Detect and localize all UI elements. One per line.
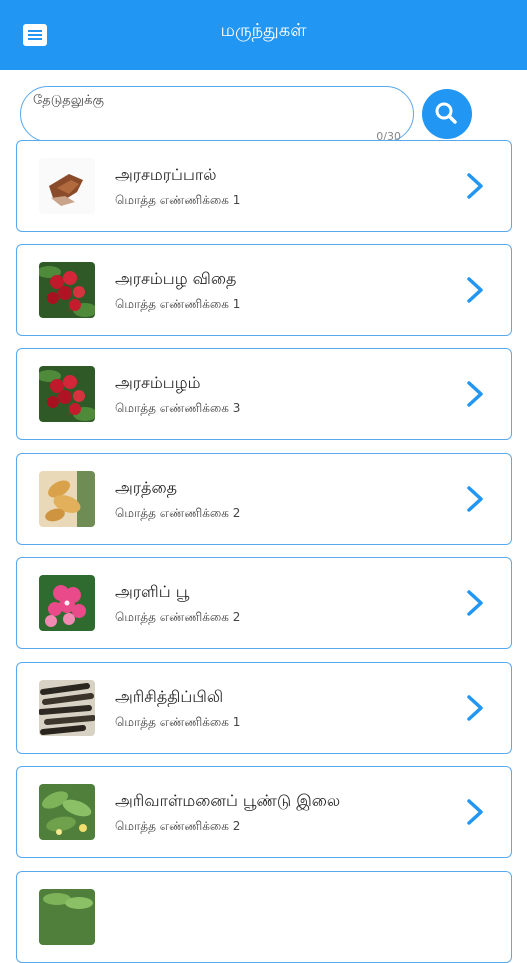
page-title: மருந்துகள் (220, 20, 307, 41)
chevron-right-icon (467, 277, 483, 303)
item-count: மொத்த எண்ணிக்கை 2 (115, 819, 241, 833)
list-item[interactable] (16, 871, 512, 963)
item-count: மொத்த எண்ணிக்கை 2 (115, 506, 241, 520)
list-item[interactable]: அரசம்பழ விதை மொத்த எண்ணிக்கை 1 (16, 244, 512, 336)
chevron-right-icon (467, 486, 483, 512)
search-field: 0/30 (20, 86, 414, 143)
chevron-right-icon (467, 173, 483, 199)
item-name: அரசம்பழ விதை (115, 269, 237, 288)
item-count: மொத்த எண்ணிக்கை 1 (115, 715, 241, 729)
item-name: அரிசித்திப்பிலி (115, 687, 224, 706)
list-item[interactable]: அரசமரப்பால் மொத்த எண்ணிக்கை 1 (16, 140, 512, 232)
item-name: அரிவாள்மனைப் பூண்டு இலை (115, 791, 341, 810)
bark-image (39, 158, 95, 214)
item-name: அரளிப் பூ (115, 582, 190, 601)
red-berries-image (39, 366, 95, 422)
list-item[interactable]: அரளிப் பூ மொத்த எண்ணிக்கை 2 (16, 557, 512, 649)
ginger-root-image (39, 471, 95, 527)
item-count: மொத்த எண்ணிக்கை 1 (115, 193, 241, 207)
red-berries-image (39, 262, 95, 318)
item-name: அரசமரப்பால் (115, 165, 217, 184)
green-leaves-image (39, 784, 95, 840)
chevron-right-icon (467, 381, 483, 407)
item-count: மொத்த எண்ணிக்கை 2 (115, 610, 241, 624)
long-pepper-image (39, 680, 95, 736)
search-icon (435, 102, 457, 124)
list-item[interactable]: அரத்தை மொத்த எண்ணிக்கை 2 (16, 453, 512, 545)
item-count: மொத்த எண்ணிக்கை 1 (115, 297, 241, 311)
chevron-right-icon (467, 799, 483, 825)
list-item[interactable]: அரிசித்திப்பிலி மொத்த எண்ணிக்கை 1 (16, 662, 512, 754)
chevron-right-icon (467, 695, 483, 721)
green-leaves-image (39, 889, 95, 945)
list-item[interactable]: அரசம்பழம் மொத்த எண்ணிக்கை 3 (16, 348, 512, 440)
app-bar: மருந்துகள் (0, 0, 527, 70)
list-item[interactable]: அரிவாள்மனைப் பூண்டு இலை மொத்த எண்ணிக்கை … (16, 766, 512, 858)
chevron-right-icon (467, 590, 483, 616)
search-input[interactable] (33, 93, 373, 108)
item-name: அரசம்பழம் (115, 373, 201, 392)
item-name: அரத்தை (115, 478, 178, 497)
search-button[interactable] (422, 89, 472, 139)
pink-flower-image (39, 575, 95, 631)
item-count: மொத்த எண்ணிக்கை 3 (115, 401, 241, 415)
